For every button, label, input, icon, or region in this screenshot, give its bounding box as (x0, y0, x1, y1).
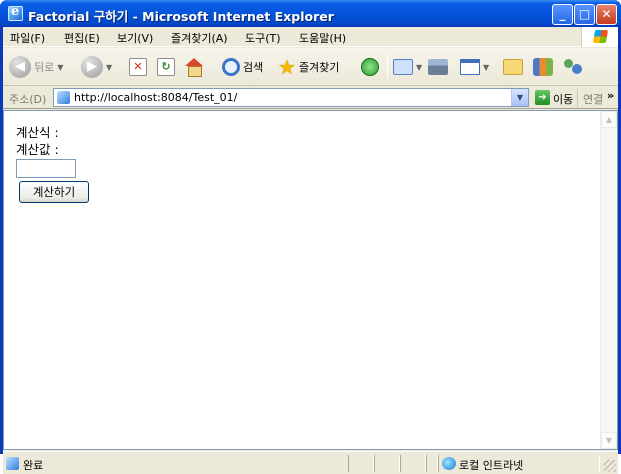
home-button[interactable] (184, 55, 204, 79)
messenger-button[interactable] (533, 55, 553, 79)
links-label[interactable]: 연결 (583, 91, 603, 107)
stop-button[interactable]: ✕ (129, 55, 147, 79)
factorial-form: 계산식 : 계산값 : 계산하기 (16, 124, 89, 203)
people-button[interactable] (563, 55, 583, 79)
address-input[interactable]: http://localhost:8084/Test_01/ ▼ (53, 88, 529, 107)
ie-page-icon (6, 457, 19, 470)
zone-text: 로컬 인트라넷 (459, 459, 524, 472)
ie-window: Factorial 구하기 - Microsoft Internet Explo… (0, 0, 621, 474)
toolbar: ◀ 뒤로 ▼ ▶ ▼ ✕ ↻ 검색 ★ 즐겨찾기 ▼ ▼ (3, 48, 618, 86)
print-icon (428, 59, 448, 75)
status-bar: 완료 로컬 인트라넷 (3, 451, 618, 474)
title-bar[interactable]: Factorial 구하기 - Microsoft Internet Explo… (0, 0, 621, 27)
page-content: 계산식 : 계산값 : 계산하기 ▲ ▼ (3, 110, 618, 450)
edit-button[interactable]: ▼ (460, 55, 489, 79)
address-label: 주소(D) (9, 93, 47, 106)
favorites-button[interactable]: ★ 즐겨찾기 (278, 55, 339, 79)
window-title: Factorial 구하기 - Microsoft Internet Explo… (28, 9, 334, 24)
back-label: 뒤로 (34, 61, 55, 74)
menu-edit[interactable]: 편집(E) (64, 30, 100, 46)
expression-label: 계산식 : (16, 125, 59, 140)
back-icon: ◀ (9, 56, 31, 78)
go-arrow-icon[interactable]: ➔ (535, 90, 550, 105)
back-button[interactable]: ◀ 뒤로 ▼ (9, 55, 63, 79)
status-panel (374, 455, 400, 472)
mail-button[interactable]: ▼ (393, 55, 422, 79)
forward-icon: ▶ (81, 56, 103, 78)
menu-help[interactable]: 도움말(H) (299, 30, 346, 46)
chevron-down-icon: ▼ (483, 62, 490, 72)
menu-view[interactable]: 보기(V) (117, 30, 153, 46)
client-area: 파일(F) 편집(E) 보기(V) 즐겨찾기(A) 도구(T) 도움말(H) ◀… (3, 27, 618, 474)
ie-page-icon (8, 4, 23, 21)
edit-icon (460, 59, 480, 75)
status-panel (426, 455, 438, 472)
people-icon (563, 58, 583, 76)
menu-tools[interactable]: 도구(T) (245, 30, 281, 46)
status-panel (400, 455, 426, 472)
address-dropdown-button[interactable]: ▼ (511, 89, 528, 106)
folder-icon (503, 59, 523, 75)
messenger-icon (533, 58, 553, 76)
status-text: 완료 (23, 459, 44, 472)
favorites-star-icon: ★ (278, 55, 296, 79)
print-button[interactable] (428, 55, 448, 79)
favorites-label: 즐겨찾기 (298, 61, 340, 74)
refresh-icon: ↻ (157, 58, 175, 76)
history-button[interactable] (361, 55, 379, 79)
toolbar-separator (387, 55, 388, 79)
intranet-zone-icon (442, 457, 456, 470)
vertical-scrollbar[interactable]: ▲ ▼ (600, 111, 617, 449)
forward-button[interactable]: ▶ ▼ (81, 55, 112, 79)
menu-file[interactable]: 파일(F) (10, 30, 45, 46)
history-icon (361, 58, 379, 76)
resize-grip[interactable] (604, 460, 616, 472)
maximize-button[interactable]: □ (574, 4, 595, 25)
go-button[interactable]: 이동 (553, 91, 573, 107)
stop-icon: ✕ (129, 58, 147, 76)
links-separator (577, 89, 578, 107)
calculate-button[interactable]: 계산하기 (19, 181, 89, 203)
search-button[interactable]: 검색 (222, 55, 263, 79)
home-icon (184, 58, 204, 77)
menu-bar: 파일(F) 편집(E) 보기(V) 즐겨찾기(A) 도구(T) 도움말(H) (3, 27, 618, 47)
windows-logo-icon (581, 27, 618, 47)
ie-page-icon (57, 91, 70, 104)
links-chevron-icon[interactable]: » (607, 89, 614, 102)
refresh-button[interactable]: ↻ (157, 55, 175, 79)
menu-favorites[interactable]: 즐겨찾기(A) (171, 30, 228, 46)
mail-icon (393, 59, 413, 75)
search-icon (222, 58, 240, 76)
minimize-button[interactable]: _ (552, 4, 573, 25)
number-input[interactable] (16, 159, 76, 178)
chevron-down-icon: ▼ (57, 62, 64, 72)
scroll-down-icon[interactable]: ▼ (601, 432, 617, 449)
chevron-down-icon: ▼ (106, 62, 113, 72)
chevron-down-icon: ▼ (416, 62, 423, 72)
scroll-up-icon[interactable]: ▲ (601, 111, 617, 128)
value-label: 계산값 : (16, 142, 59, 157)
address-bar: 주소(D) http://localhost:8084/Test_01/ ▼ ➔… (3, 87, 618, 109)
search-label: 검색 (243, 61, 264, 74)
folder-button[interactable] (503, 55, 523, 79)
status-panel (348, 455, 374, 472)
address-url[interactable]: http://localhost:8084/Test_01/ (74, 91, 237, 104)
close-button[interactable]: ✕ (596, 4, 617, 25)
